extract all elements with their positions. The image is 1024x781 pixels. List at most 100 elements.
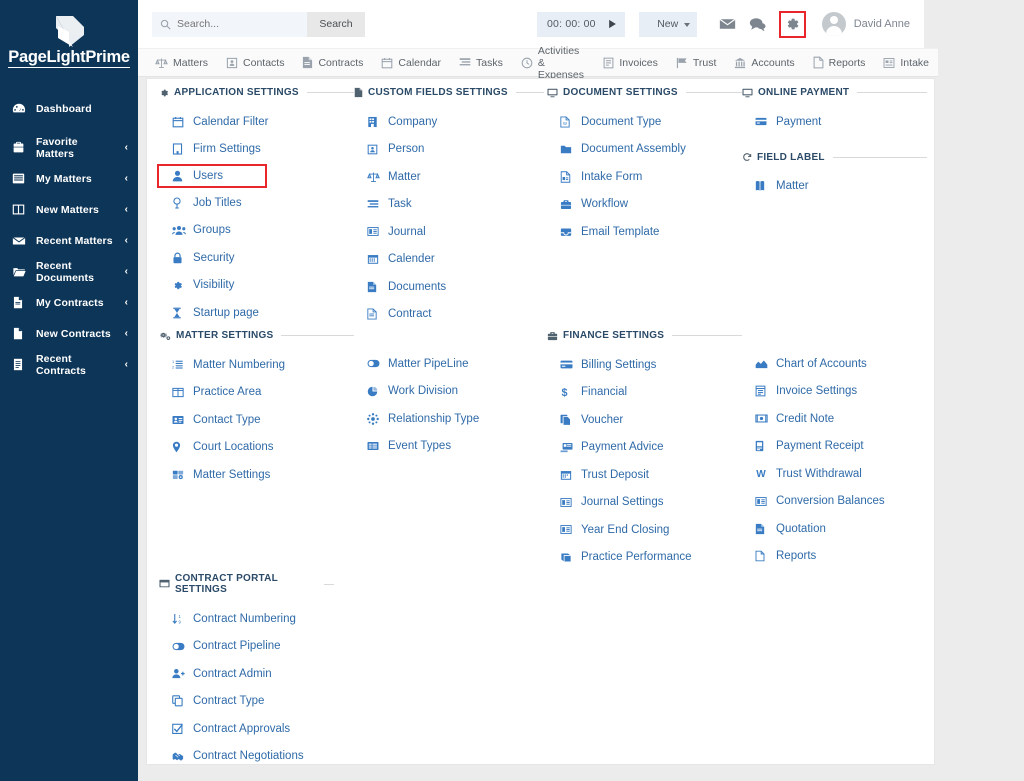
tab-activities-expenses[interactable]: Activities & Expenses — [512, 45, 595, 81]
settings-item-journal[interactable]: Journal — [354, 218, 544, 246]
settings-item-year-end-closing[interactable]: Year End Closing — [547, 516, 742, 544]
settings-item-email-template[interactable]: Email Template — [547, 218, 742, 246]
sidebar-item-recent-matters[interactable]: Recent Matters ‹ — [0, 226, 138, 255]
settings-item-trust-deposit[interactable]: Trust Deposit — [547, 461, 742, 489]
calendar-icon — [560, 469, 579, 481]
settings-item-invoice-settings[interactable]: Invoice Settings — [742, 378, 927, 406]
settings-item-label: Contract Pipeline — [193, 640, 281, 653]
tab-invoices[interactable]: Invoices — [594, 48, 667, 77]
settings-item-matter-settings[interactable]: Matter Settings — [159, 461, 354, 489]
settings-item-financial[interactable]: $ Financial — [547, 379, 742, 407]
settings-item-practice-area[interactable]: Practice Area — [159, 379, 354, 407]
toggle-icon — [367, 359, 386, 368]
settings-item-voucher[interactable]: Voucher — [547, 406, 742, 434]
settings-item-event-types[interactable]: Event Types — [354, 433, 544, 461]
settings-item-label: Payment — [776, 115, 822, 128]
settings-item-billing-settings[interactable]: Billing Settings — [547, 351, 742, 379]
settings-item-trust-withdrawal[interactable]: W Trust Withdrawal — [742, 460, 927, 488]
settings-item-payment[interactable]: Payment — [742, 108, 927, 136]
settings-item-task[interactable]: Task — [354, 191, 544, 219]
tab-intake[interactable]: Intake — [874, 48, 938, 77]
sidebar-item-my-matters[interactable]: My Matters ‹ — [0, 164, 138, 193]
settings-item-person[interactable]: Person — [354, 136, 544, 164]
settings-item-chart-of-accounts[interactable]: Chart of Accounts — [742, 350, 927, 378]
settings-item-credit-note[interactable]: Credit Note — [742, 405, 927, 433]
sidebar-item-new-contracts[interactable]: New Contracts ‹ — [0, 319, 138, 348]
tab-matters[interactable]: Matters — [146, 48, 217, 77]
settings-item-matter-numbering[interactable]: 12 Matter Numbering — [159, 351, 354, 379]
tab-tasks[interactable]: Tasks — [450, 48, 512, 77]
dashboard-icon — [12, 102, 32, 116]
settings-item-journal-settings[interactable]: Journal Settings — [547, 489, 742, 517]
settings-item-contract-type[interactable]: Contract Type — [159, 688, 469, 716]
settings-item-quotation[interactable]: Quotation — [742, 515, 927, 543]
svg-text:2: 2 — [172, 365, 174, 370]
settings-item-matter-pipeline[interactable]: Matter PipeLine — [354, 350, 544, 378]
settings-item-users[interactable]: Users — [157, 164, 267, 188]
new-button[interactable]: New — [638, 11, 697, 37]
settings-item-work-division[interactable]: Work Division — [354, 378, 544, 406]
settings-item-contract-admin[interactable]: Contract Admin — [159, 660, 469, 688]
settings-item-contract-numbering[interactable]: 19 Contract Numbering — [159, 605, 469, 633]
tab-contracts[interactable]: Contracts — [293, 48, 372, 77]
settings-item-payment-advice[interactable]: Payment Advice — [547, 434, 742, 462]
settings-item-contract-pipeline[interactable]: Contract Pipeline — [159, 633, 469, 661]
messages-envelope-icon[interactable] — [713, 9, 743, 39]
sidebar-item-recent-contracts[interactable]: Recent Contracts ‹ — [0, 350, 138, 379]
brand-logo[interactable]: PageLightPrime — [0, 0, 138, 78]
timer-widget[interactable]: 00: 00: 00 — [537, 11, 625, 37]
settings-item-court-locations[interactable]: Court Locations — [159, 434, 354, 462]
user-menu[interactable]: David Anne — [821, 12, 910, 36]
settings-item-firm-settings[interactable]: Firm Settings — [159, 136, 354, 164]
gear-icon[interactable] — [778, 10, 806, 38]
settings-item-document-assembly[interactable]: Document Assembly — [547, 136, 742, 164]
settings-item-startup-page[interactable]: Startup page — [159, 299, 354, 327]
svg-text:W: W — [563, 121, 567, 126]
top-bar: Search 00: 00: 00 New — [138, 0, 924, 48]
settings-item-label: Contract Numbering — [193, 612, 296, 625]
settings-item-relationship-type[interactable]: Relationship Type — [354, 405, 544, 433]
settings-item-security[interactable]: Security — [159, 244, 354, 272]
search-box[interactable] — [152, 11, 307, 37]
chevron-left-icon: ‹ — [124, 328, 128, 339]
settings-item-conversion-balances[interactable]: Conversion Balances — [742, 488, 927, 516]
settings-item-contract-negotiations[interactable]: Contract Negotiations — [159, 743, 469, 765]
settings-item-contract[interactable]: Contract — [354, 301, 544, 329]
tab-reports[interactable]: Reports — [804, 48, 875, 77]
document-icon — [367, 281, 386, 293]
settings-item-field-label-matter[interactable]: Matter — [742, 173, 927, 201]
play-icon[interactable] — [608, 19, 617, 29]
settings-item-workflow[interactable]: Workflow — [547, 191, 742, 219]
sidebar-item-recent-documents[interactable]: Recent Documents ‹ — [0, 257, 138, 286]
avatar-icon — [821, 12, 846, 36]
settings-item-documents[interactable]: Documents — [354, 273, 544, 301]
section-finance-settings-column-2: Chart of Accounts Invoice Settings Credi… — [742, 350, 927, 570]
sidebar-item-my-contracts[interactable]: My Contracts ‹ — [0, 288, 138, 317]
tab-trust[interactable]: Trust — [667, 48, 726, 77]
settings-item-contract-approvals[interactable]: Contract Approvals — [159, 715, 469, 743]
settings-item-finance-reports[interactable]: Reports — [742, 543, 927, 571]
settings-item-document-type[interactable]: W Document Type — [547, 108, 742, 136]
tab-calendar[interactable]: Calendar — [372, 48, 450, 77]
tab-contacts[interactable]: Contacts — [217, 48, 293, 77]
settings-item-payment-receipt[interactable]: Payment Receipt — [742, 433, 927, 461]
search-input[interactable] — [177, 18, 287, 30]
sidebar-item-label: Recent Matters — [36, 234, 113, 247]
search-button[interactable]: Search — [307, 11, 365, 37]
settings-item-groups[interactable]: Groups — [159, 217, 354, 245]
settings-item-intake-form[interactable]: Intake Form — [547, 163, 742, 191]
settings-item-company[interactable]: Company — [354, 108, 544, 136]
settings-item-contact-type[interactable]: Contact Type — [159, 406, 354, 434]
tab-accounts[interactable]: Accounts — [725, 48, 803, 77]
settings-item-visibility[interactable]: Visibility — [159, 272, 354, 300]
settings-item-practice-performance[interactable]: Practice Performance — [547, 544, 742, 572]
settings-item-calendar-filter[interactable]: Calendar Filter — [159, 108, 354, 136]
sidebar-item-new-matters[interactable]: New Matters ‹ — [0, 195, 138, 224]
settings-item-job-titles[interactable]: Job Titles — [159, 189, 354, 217]
settings-item-matter[interactable]: Matter — [354, 163, 544, 191]
sidebar-item-dashboard[interactable]: Dashboard — [0, 94, 138, 123]
sidebar-item-favorite-matters[interactable]: Favorite Matters ‹ — [0, 133, 138, 162]
pie-chart-icon — [367, 386, 386, 397]
chat-icon[interactable] — [743, 9, 773, 39]
settings-item-calender[interactable]: Calender — [354, 246, 544, 274]
